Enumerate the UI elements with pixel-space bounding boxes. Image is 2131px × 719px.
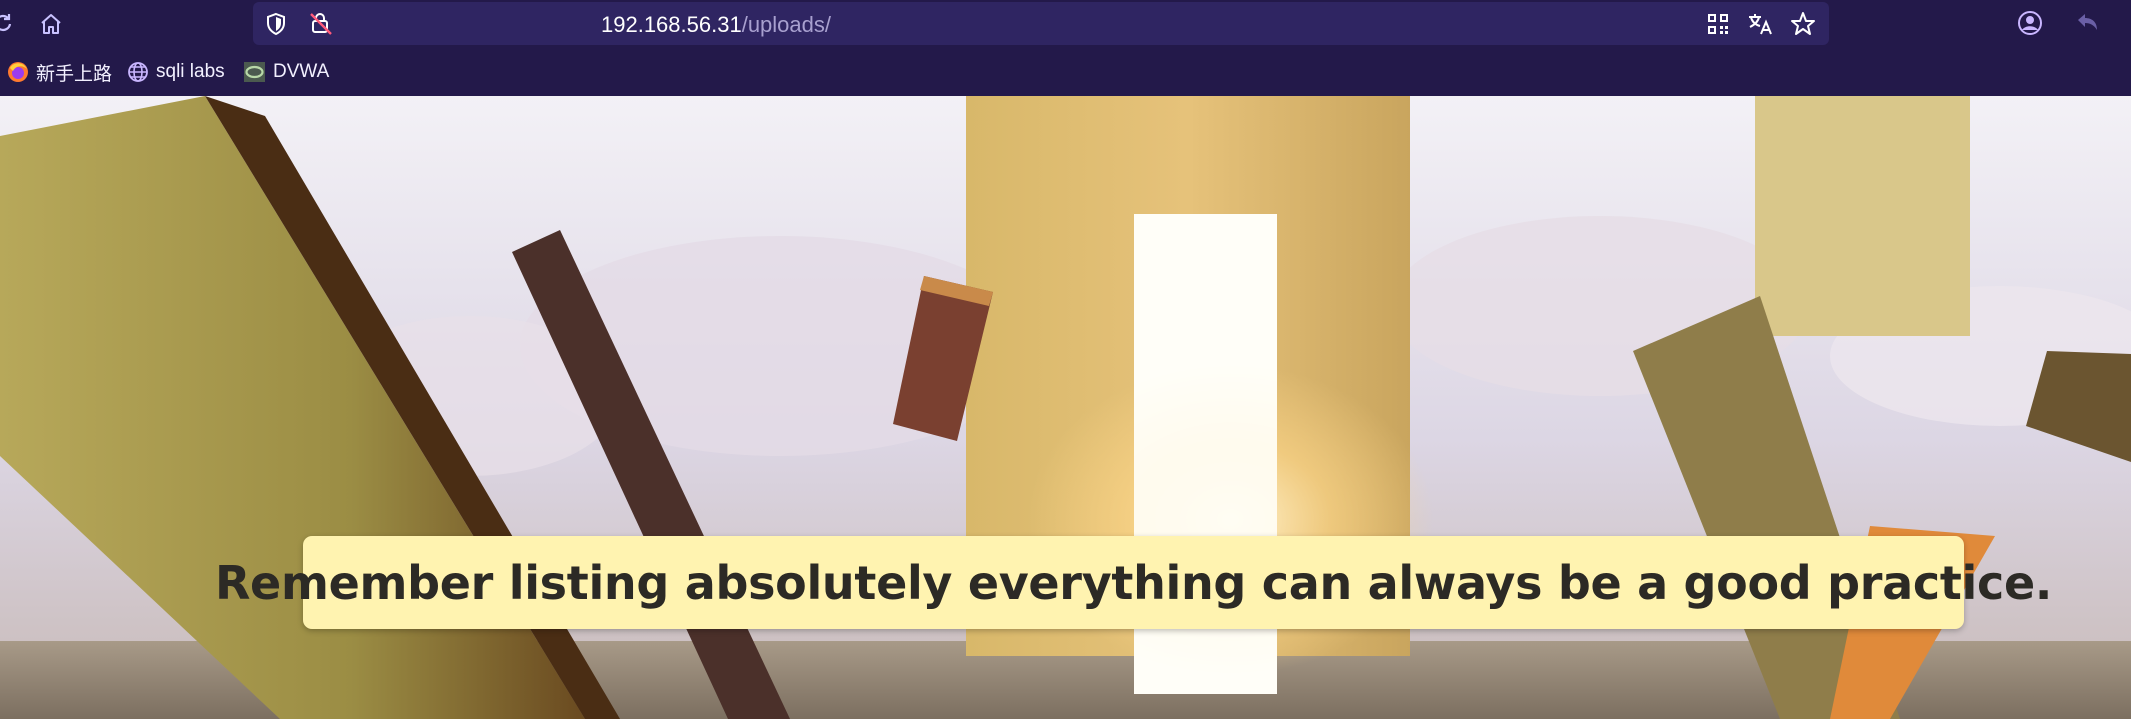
banner-message: Remember listing absolutely everything c… [214, 555, 2053, 610]
globe-icon [128, 62, 148, 82]
home-icon[interactable] [39, 12, 63, 36]
bookmarks-toolbar: 新手上路 sqli labs DVWA [0, 47, 2131, 96]
address-bar[interactable]: 192.168.56.31/uploads/ [253, 2, 1829, 45]
undo-icon[interactable] [2075, 11, 2101, 35]
star-icon[interactable] [1790, 11, 1816, 37]
bookmark-new-user-guide[interactable]: 新手上路 [7, 60, 113, 85]
page-content: Remember listing absolutely everything c… [0, 96, 2131, 719]
bookmark-label: DVWA [273, 61, 330, 82]
url-text[interactable]: 192.168.56.31/uploads/ [601, 11, 831, 39]
reload-icon[interactable] [0, 12, 14, 34]
message-banner: Remember listing absolutely everything c… [215, 536, 2052, 629]
url-host: 192.168.56.31 [601, 12, 742, 37]
account-icon[interactable] [2017, 10, 2043, 36]
url-path: /uploads/ [741, 12, 831, 37]
bookmark-dvwa[interactable]: DVWA [243, 60, 329, 84]
qr-code-icon[interactable] [1707, 13, 1729, 35]
browser-toolbar: 192.168.56.31/uploads/ [0, 0, 2131, 47]
bookmark-label: sqli labs [156, 61, 225, 82]
firefox-icon [8, 62, 28, 82]
tracking-protection-shield-icon[interactable] [265, 12, 287, 36]
dvwa-favicon [244, 62, 265, 82]
bookmark-sqli-labs[interactable]: sqli labs [127, 60, 225, 84]
bookmark-label: 新手上路 [36, 63, 113, 85]
translate-icon[interactable] [1747, 12, 1773, 36]
insecure-connection-icon[interactable] [309, 11, 333, 36]
